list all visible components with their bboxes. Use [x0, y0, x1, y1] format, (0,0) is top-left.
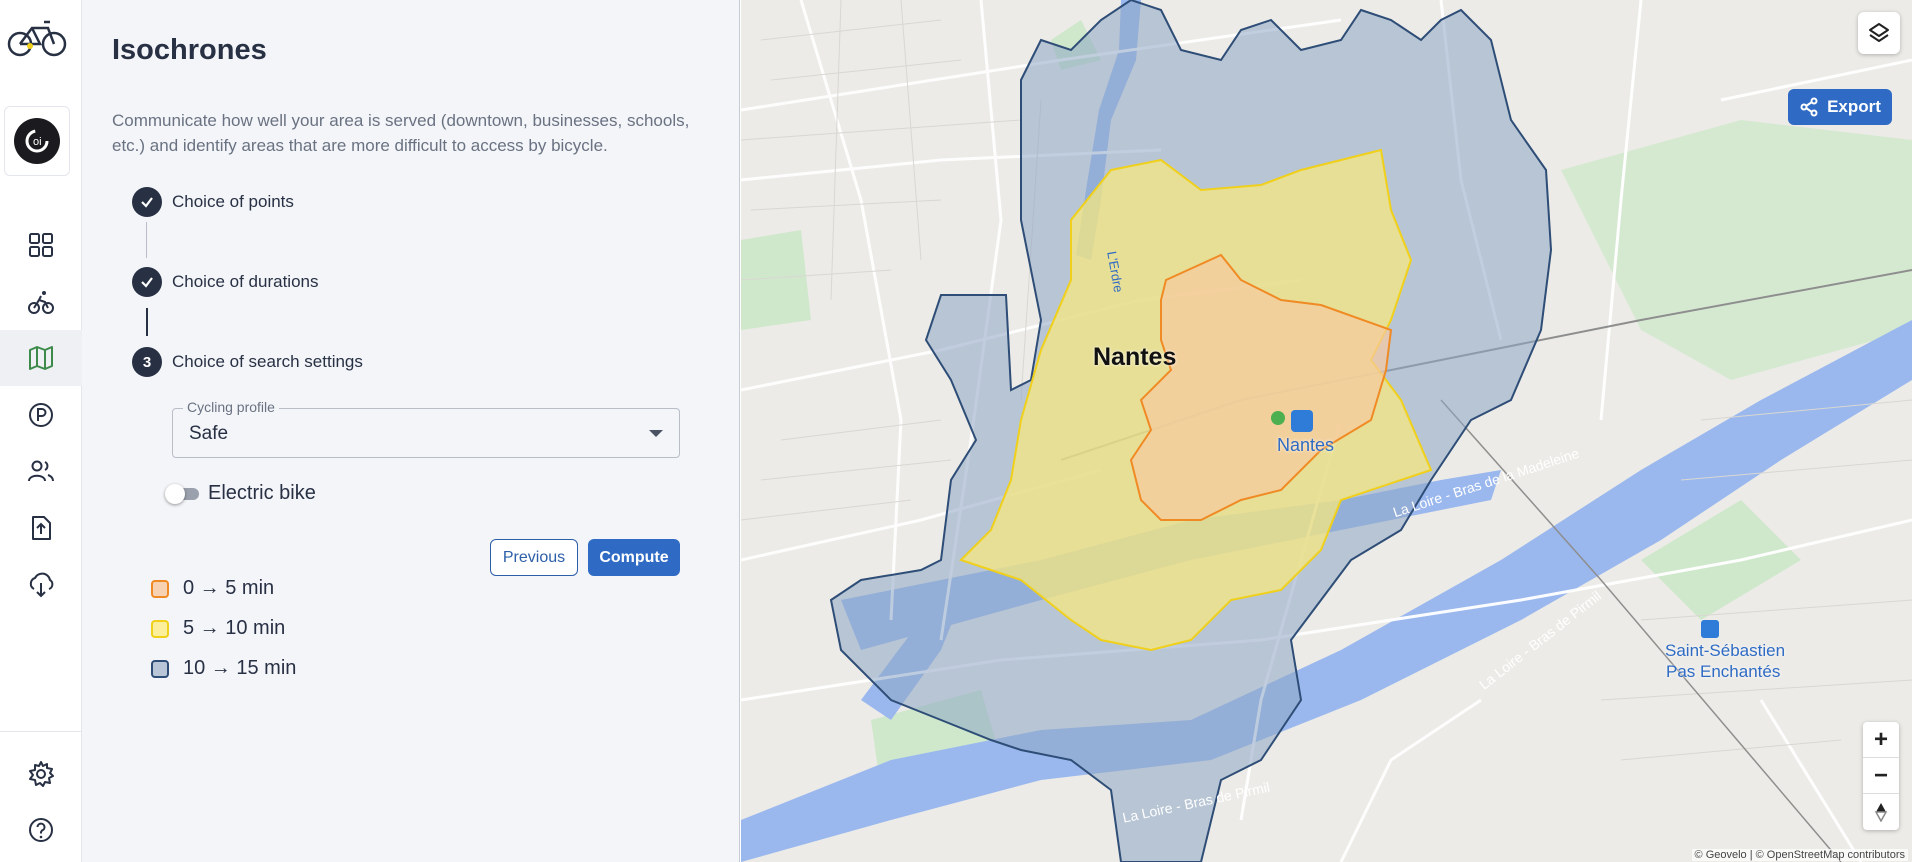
nav-parking[interactable]: [0, 387, 82, 443]
step-choice-of-points[interactable]: Choice of points: [132, 187, 294, 217]
step-label: Choice of search settings: [172, 352, 363, 371]
org-avatar[interactable]: oi: [4, 106, 70, 176]
zoom-out-button[interactable]: −: [1863, 758, 1899, 794]
zoom-in-button[interactable]: +: [1863, 722, 1899, 758]
cyclist-icon: [28, 291, 54, 314]
step-connector: [146, 222, 147, 258]
rail-divider: [0, 731, 82, 732]
legend-item-5-10: 5 → 10 min: [151, 617, 285, 640]
step-label: Choice of durations: [172, 272, 319, 291]
compass-icon: [1874, 803, 1888, 822]
check-icon: [132, 187, 162, 217]
nav-cyclist[interactable]: [0, 274, 82, 330]
nav-cloud-download[interactable]: [0, 557, 82, 613]
layers-icon: [1869, 23, 1889, 42]
dropdown-arrow-icon: [649, 430, 663, 437]
electric-bike-toggle[interactable]: [165, 483, 201, 504]
dashboard-icon: [29, 233, 53, 257]
export-label: Export: [1827, 97, 1881, 116]
bike-logo-icon[interactable]: [4, 16, 70, 62]
legend-swatch: [151, 619, 169, 638]
cycling-profile-label: Cycling profile: [183, 399, 279, 415]
svg-text:oi: oi: [33, 136, 42, 148]
map-canvas[interactable]: Nantes Nantes Saint-Sébastien Pas Enchan…: [741, 0, 1912, 862]
zoom-controls: + −: [1863, 722, 1899, 830]
org-avatar-icon: oi: [14, 118, 60, 164]
page-title: Isochrones: [112, 34, 267, 66]
nav-users[interactable]: [0, 443, 82, 499]
upload-icon: [32, 516, 51, 540]
compute-button[interactable]: Compute: [588, 539, 680, 576]
legend-item-0-5: 0 → 5 min: [151, 577, 274, 600]
nav-rail: oi: [0, 0, 82, 862]
map-attribution[interactable]: © Geovelo | © OpenStreetMap contributors: [1691, 849, 1908, 861]
isochrones-panel: Isochrones Communicate how well your are…: [82, 0, 740, 862]
electric-bike-label: Electric bike: [208, 482, 316, 504]
nav-map[interactable]: [0, 330, 82, 386]
share-icon: [1800, 97, 1818, 117]
help-icon: [29, 818, 53, 842]
nav-dashboard[interactable]: [0, 217, 82, 273]
map-background: [741, 0, 1912, 862]
legend-swatch: [151, 579, 169, 598]
station2-label-line2: Pas Enchantés: [1666, 662, 1781, 681]
step-number: 3: [132, 347, 162, 377]
legend-label: 0 → 5 min: [183, 577, 275, 599]
legend-label: 5 → 10 min: [183, 617, 286, 639]
layers-button[interactable]: [1858, 12, 1900, 54]
map-icon: [29, 346, 53, 370]
nav-help[interactable]: [0, 802, 82, 858]
toggle-knob: [165, 484, 185, 504]
cycling-profile-value: Safe: [189, 423, 229, 444]
step-connector: [146, 308, 148, 336]
city-label: Nantes: [1093, 343, 1177, 371]
legend-swatch: [151, 659, 169, 678]
page-description: Communicate how well your area is served…: [112, 111, 690, 155]
cycling-profile-select[interactable]: Cycling profile Safe: [172, 399, 680, 458]
settings-icon: [29, 761, 54, 787]
station-label: Nantes: [1277, 435, 1335, 455]
step-choice-of-durations[interactable]: Choice of durations: [132, 267, 318, 297]
nav-upload[interactable]: [0, 500, 82, 556]
check-icon: [132, 267, 162, 297]
cloud-download-icon: [29, 572, 54, 598]
parking-icon: [29, 403, 53, 427]
compass-button[interactable]: [1863, 794, 1899, 830]
previous-button[interactable]: Previous: [490, 539, 578, 576]
station2-label-line1: Saint-Sébastien: [1665, 641, 1786, 660]
legend-label: 10 → 15 min: [183, 657, 297, 679]
step-label: Choice of points: [172, 192, 294, 211]
users-icon: [28, 460, 54, 482]
step-choice-of-search-settings[interactable]: 3 Choice of search settings: [132, 347, 363, 377]
legend-item-10-15: 10 → 15 min: [151, 657, 296, 680]
export-button[interactable]: Export: [1788, 89, 1892, 125]
nav-settings[interactable]: [0, 746, 82, 802]
